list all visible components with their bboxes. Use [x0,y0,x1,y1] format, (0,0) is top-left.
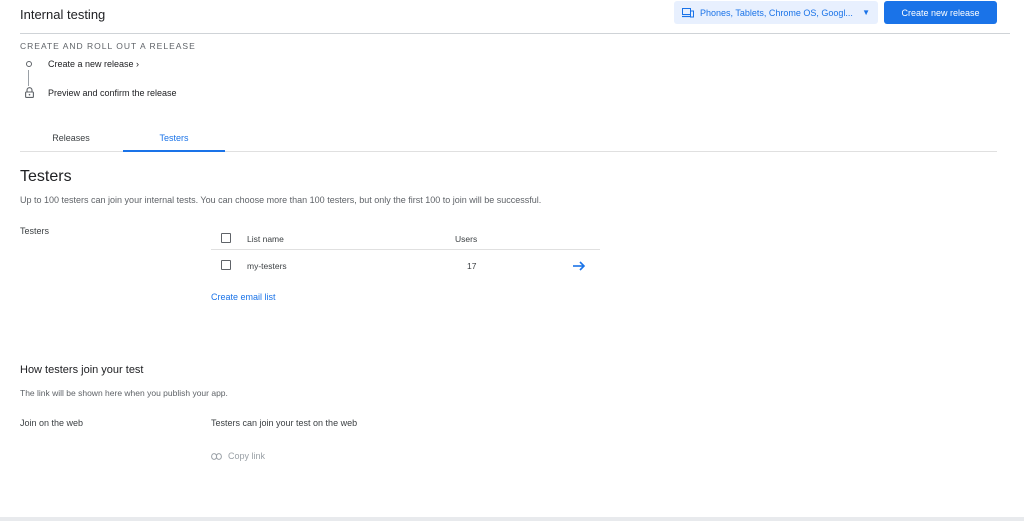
join-web-text: Testers can join your test on the web [211,418,358,428]
bottom-divider [0,517,1024,521]
lock-icon [24,87,34,98]
device-select-value: Phones, Tablets, Chrome OS, Googl... [700,7,853,18]
join-description: The link will be shown here when you pub… [20,388,228,398]
devices-icon [682,7,694,17]
tab-releases[interactable]: Releases [20,126,122,152]
arrow-right-icon[interactable] [571,258,587,274]
table-header: List name Users [211,226,600,250]
select-all-checkbox[interactable] [221,233,231,243]
testers-heading: Testers [20,168,72,185]
testers-description: Up to 100 testers can join your internal… [20,195,542,205]
table-row[interactable]: my-testers 17 [211,250,600,282]
join-row-label: Join on the web [20,418,84,428]
divider [20,33,1010,34]
column-header-users: Users [455,234,478,244]
create-email-list-link[interactable]: Create email list [211,292,276,302]
step-label: Preview and confirm the release [48,87,177,98]
dot-icon [26,61,32,67]
step-preview-confirm: Preview and confirm the release [22,87,177,98]
device-select[interactable]: Phones, Tablets, Chrome OS, Googl... ▼ [674,1,878,24]
join-heading: How testers join your test [20,364,144,376]
step-connector [28,70,29,86]
tab-bar: Releases Testers [20,126,997,152]
copy-link-label: Copy link [228,451,266,461]
page-title: Internal testing [20,7,106,22]
create-new-release-button[interactable]: Create new release [884,1,997,24]
top-bar: Internal testing Phones, Tablets, Chrome… [0,0,1024,34]
testers-row-label: Testers [20,226,50,236]
tab-testers[interactable]: Testers [123,126,225,152]
list-name-cell: my-testers [247,261,287,271]
column-header-list-name: List name [247,234,284,244]
link-icon [211,452,222,460]
copy-link-button[interactable]: Copy link [211,451,265,461]
step-create-release[interactable]: Create a new release › [22,59,139,69]
caret-down-icon: ▼ [862,8,870,17]
row-checkbox[interactable] [221,260,231,270]
release-section-label: CREATE AND ROLL OUT A RELEASE [20,41,196,51]
step-label: Create a new release › [48,59,140,69]
users-count-cell: 17 [467,261,477,271]
testers-table: List name Users my-testers 17 [211,226,600,282]
